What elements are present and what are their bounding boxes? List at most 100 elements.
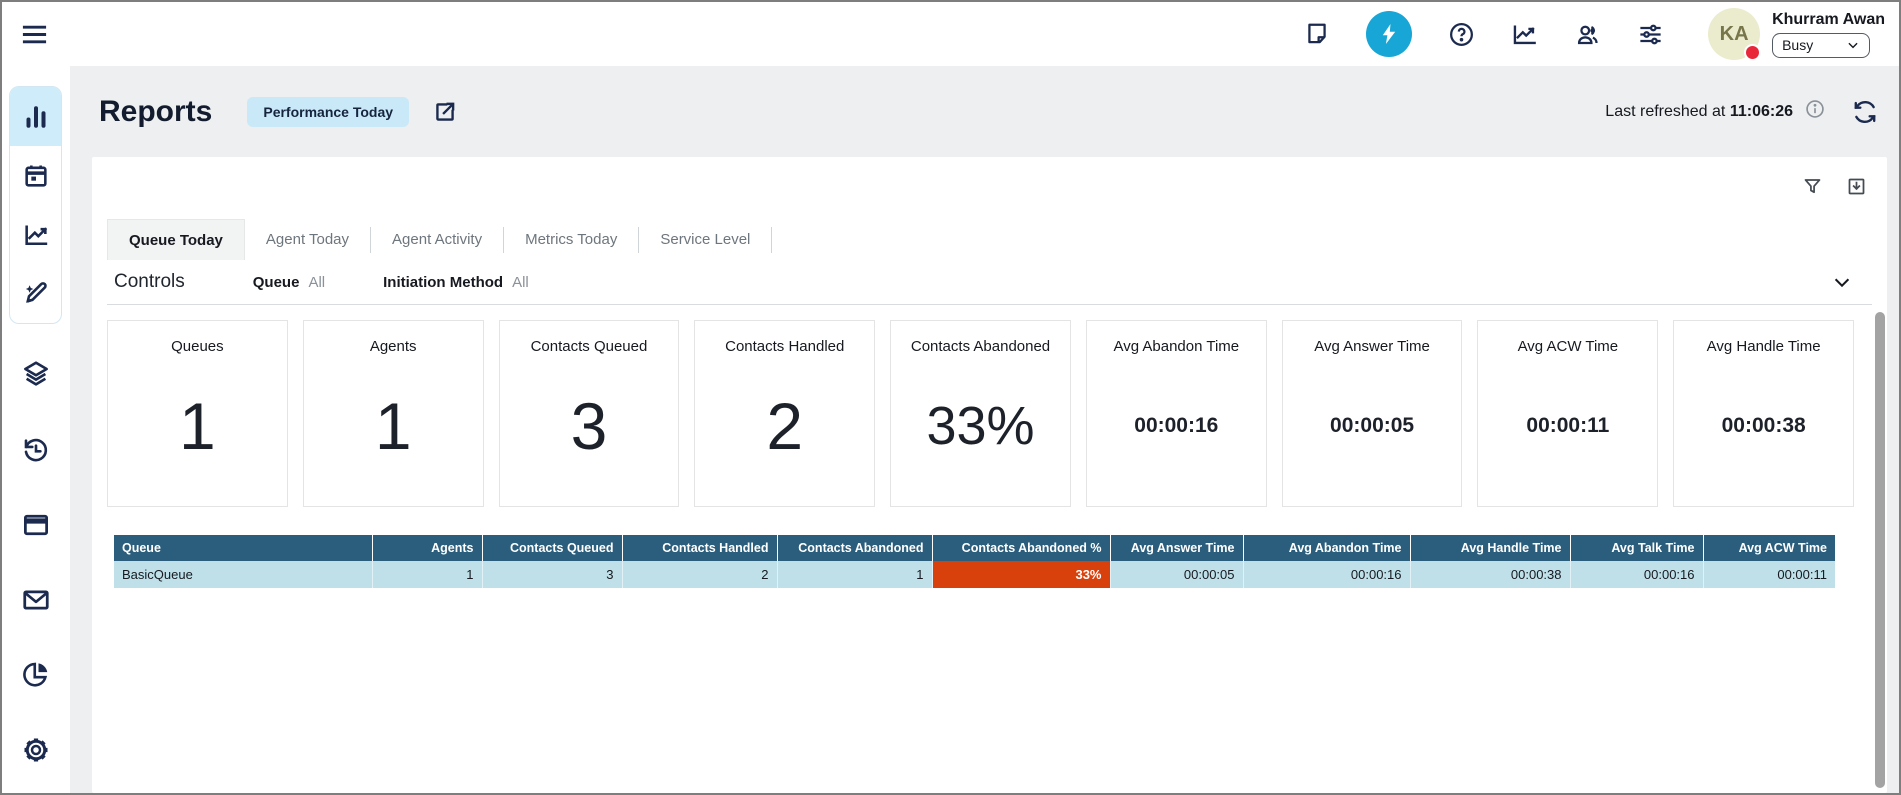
avatar[interactable]: KA [1708,8,1760,60]
card-label: Avg ACW Time [1518,338,1619,355]
filter-icon[interactable] [1801,175,1823,197]
last-refreshed-text: Last refreshed at 11:06:26 [1605,103,1793,121]
gear-icon [21,735,51,765]
external-link-icon[interactable] [432,99,458,125]
card-value: 33% [926,395,1034,457]
table-row: BasicQueue 1 3 2 1 33% 00:00:05 00:00:16… [114,561,1835,588]
sidebar-item-mail[interactable] [16,580,56,620]
col-contacts-abandoned: Contacts Abandoned [777,535,932,561]
card-label: Avg Abandon Time [1113,338,1239,355]
cell-contacts-queued: 3 [482,561,622,588]
col-avg-acw-time: Avg ACW Time [1703,535,1835,561]
lightning-icon[interactable] [1366,11,1412,57]
cell-contacts-abandoned: 1 [777,561,932,588]
col-contacts-queued: Contacts Queued [482,535,622,561]
busy-status-dot [1744,44,1761,61]
last-refreshed-label: Last refreshed at [1605,103,1725,120]
sidebar-item-history[interactable] [16,430,56,470]
col-contacts-abandoned-pct: Contacts Abandoned % [932,535,1110,561]
col-queue: Queue [114,535,372,561]
col-avg-abandon-time: Avg Abandon Time [1243,535,1410,561]
bar-chart-icon [21,102,51,132]
people-icon[interactable] [1574,21,1601,48]
topbar-actions: KA Khurram Awan Busy [1303,2,1885,66]
sidebar-item-pie-chart[interactable] [16,654,56,694]
controls-label: Controls [114,271,185,293]
sidebar-item-layers[interactable] [16,354,56,394]
col-avg-answer-time: Avg Answer Time [1110,535,1243,561]
card-value: 3 [571,388,608,464]
queue-filter-name: Queue [253,274,300,291]
card-label: Avg Handle Time [1707,338,1821,355]
card-label: Queues [171,338,224,355]
mail-icon [21,585,51,615]
metric-card-avg-abandon-time: Avg Abandon Time 00:00:16 [1086,320,1267,507]
cell-avg-abandon-time: 00:00:16 [1243,561,1410,588]
metric-card-avg-handle-time: Avg Handle Time 00:00:38 [1673,320,1854,507]
avatar-initials: KA [1720,23,1749,46]
page-header: Reports Performance Today Last refreshed… [70,66,1899,157]
tab-queue-today[interactable]: Queue Today [107,219,245,260]
topbar: KA Khurram Awan Busy [2,2,1899,66]
metric-card-avg-answer-time: Avg Answer Time 00:00:05 [1282,320,1463,507]
controls-collapse-chevron-down-icon[interactable] [1830,270,1854,294]
cell-contacts-abandoned-pct: 33% [932,561,1110,588]
tab-metrics-today[interactable]: Metrics Today [504,219,638,260]
queue-filter-value: All [308,274,325,291]
sidebar-item-settings[interactable] [16,730,56,770]
metric-card-queues: Queues 1 [107,320,288,507]
report-panel: Queue Today Agent Today Agent Activity M… [92,157,1887,793]
hamburger-menu-icon[interactable] [20,20,48,48]
report-type-badge: Performance Today [247,97,409,127]
refresh-area: Last refreshed at 11:06:26 [1605,98,1879,126]
card-label: Contacts Queued [531,338,648,355]
tab-agent-today[interactable]: Agent Today [245,219,370,260]
initiation-method-filter-value: All [512,274,529,291]
sidebar [2,66,70,793]
card-value: 2 [766,388,803,464]
cell-queue: BasicQueue [114,561,372,588]
sidebar-item-window[interactable] [16,505,56,545]
download-icon[interactable] [1845,175,1867,197]
user-info: Khurram Awan Busy [1772,11,1885,58]
sliders-icon[interactable] [1637,21,1664,48]
controls-bar: Controls Queue All Initiation Method All [107,260,1872,305]
queue-filter[interactable]: Queue All [253,274,325,291]
col-contacts-handled: Contacts Handled [622,535,777,561]
note-icon[interactable] [1303,21,1330,48]
table-header-row: Queue Agents Contacts Queued Contacts Ha… [114,535,1835,561]
card-label: Contacts Handled [725,338,844,355]
tab-service-level[interactable]: Service Level [639,219,771,260]
card-value: 1 [179,388,216,464]
sidebar-item-calendar[interactable] [10,146,61,205]
chevron-down-icon [1846,38,1860,52]
metric-card-contacts-queued: Contacts Queued 3 [499,320,680,507]
page-title: Reports [99,95,212,129]
user-menu: KA Khurram Awan Busy [1708,8,1885,60]
col-avg-talk-time: Avg Talk Time [1570,535,1703,561]
card-label: Avg Answer Time [1314,338,1430,355]
line-chart-icon[interactable] [1511,21,1538,48]
card-value: 00:00:11 [1526,414,1609,438]
sidebar-item-bar-chart[interactable] [10,87,61,146]
info-icon[interactable] [1805,99,1825,124]
tab-bar: Queue Today Agent Today Agent Activity M… [107,219,1872,260]
tab-agent-activity[interactable]: Agent Activity [371,219,503,260]
help-icon[interactable] [1448,21,1475,48]
refresh-icon[interactable] [1851,98,1879,126]
card-value: 00:00:38 [1722,414,1806,438]
initiation-method-filter[interactable]: Initiation Method All [383,274,529,291]
metric-cards: Queues 1 Agents 1 Contacts Queued 3 Cont… [107,320,1854,507]
card-label: Contacts Abandoned [911,338,1050,355]
metric-card-agents: Agents 1 [303,320,484,507]
user-name: Khurram Awan [1772,11,1885,29]
status-select[interactable]: Busy [1772,33,1870,58]
cell-avg-answer-time: 00:00:05 [1110,561,1243,588]
sidebar-nav-group [9,86,62,324]
sidebar-item-design[interactable] [10,264,61,323]
col-agents: Agents [372,535,482,561]
app-window: KA Khurram Awan Busy [0,0,1901,795]
card-value: 1 [375,388,412,464]
vertical-scrollbar[interactable] [1875,312,1885,788]
sidebar-item-line-chart[interactable] [10,205,61,264]
